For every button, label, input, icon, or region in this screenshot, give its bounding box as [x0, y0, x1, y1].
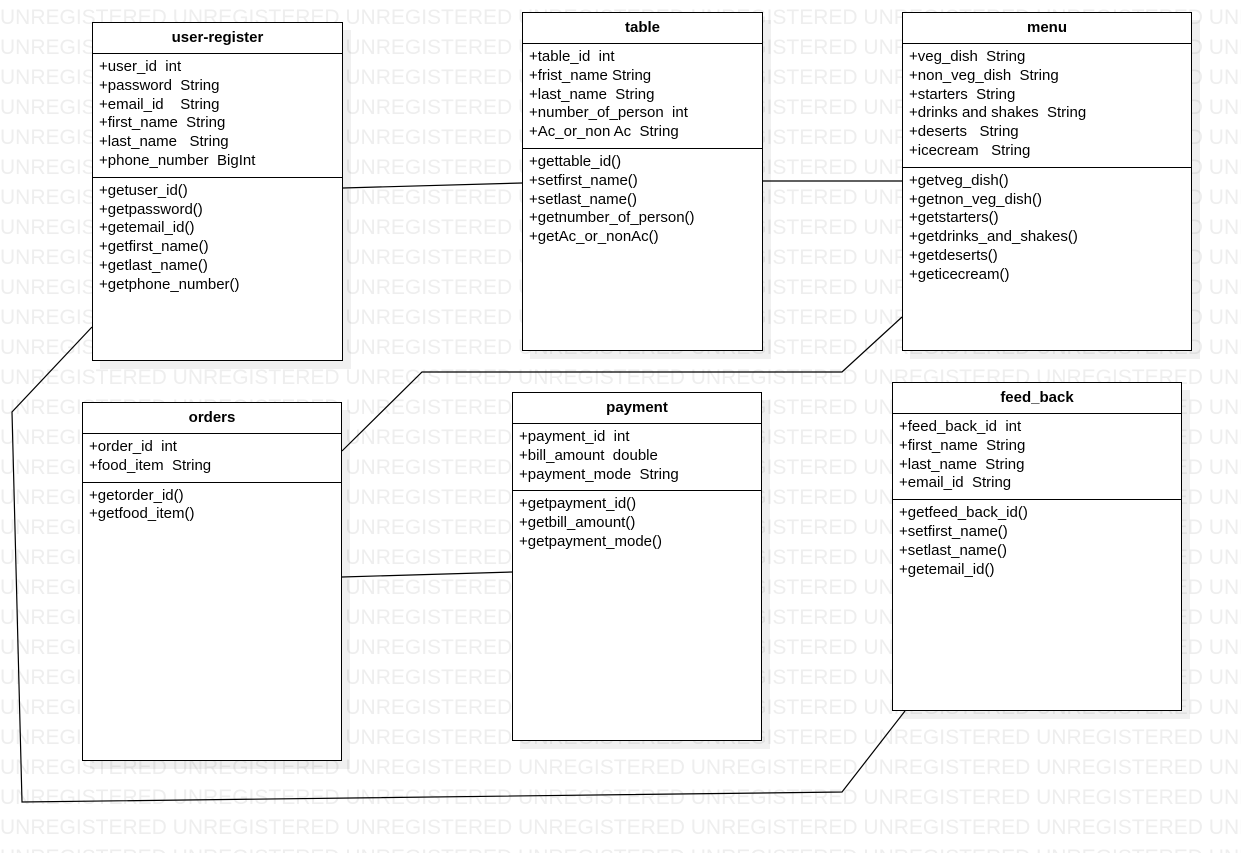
method: +setlast_name()	[899, 541, 1007, 559]
attributes-section: +veg_dish String +non_veg_dish String +s…	[903, 44, 1191, 168]
attribute: +last_name String	[99, 133, 229, 151]
class-menu[interactable]: menu +veg_dish String +non_veg_dish Stri…	[902, 12, 1192, 351]
attributes-section: +order_id int +food_item String	[83, 434, 341, 483]
class-table[interactable]: table +table_id int +frist_name String +…	[522, 12, 763, 351]
class-title: orders	[83, 403, 341, 434]
class-payment[interactable]: payment +payment_id int +bill_amount dou…	[512, 392, 762, 741]
method: +getAc_or_nonAc()	[529, 228, 659, 246]
methods-section: +getuser_id() +getpassword() +getemail_i…	[93, 178, 342, 301]
method: +getpayment_id()	[519, 495, 637, 513]
method: +getemail_id()	[899, 560, 995, 578]
assoc-user-register-table	[342, 182, 523, 189]
attributes-section: +user_id int +password String +email_id …	[93, 54, 342, 178]
assoc-orders-payment	[341, 571, 513, 578]
class-title: feed_back	[893, 383, 1181, 414]
attribute: +Ac_or_non Ac String	[529, 123, 679, 141]
methods-section: +getorder_id() +getfood_item()	[83, 483, 341, 531]
attribute: +password String	[99, 76, 220, 94]
method: +getdeserts()	[909, 246, 998, 264]
attribute: +email_id String	[899, 474, 1012, 492]
class-user-register[interactable]: user-register +user_id int +password Str…	[92, 22, 343, 361]
method: +getdrinks_and_shakes()	[909, 228, 1078, 246]
attribute: +phone_number BigInt	[99, 151, 256, 169]
method: +getfeed_back_id()	[899, 504, 1028, 522]
method: +getveg_dish()	[909, 171, 1009, 189]
attribute: +veg_dish String	[909, 48, 1026, 65]
attribute: +number_of_person int	[529, 104, 688, 122]
attribute: +order_id int	[89, 438, 177, 455]
method: +getlast_name()	[99, 256, 208, 274]
method: +getpayment_mode()	[519, 532, 662, 550]
attribute: +first_name String	[899, 436, 1026, 454]
attribute: +frist_name String	[529, 66, 652, 84]
methods-section: +getpayment_id() +getbill_amount() +getp…	[513, 491, 761, 557]
attribute: +user_id int	[99, 58, 182, 75]
method: +getfood_item()	[89, 505, 195, 523]
method: +setfirst_name()	[529, 171, 638, 189]
method: +getfirst_name()	[99, 238, 209, 256]
attribute: +non_veg_dish String	[909, 66, 1059, 84]
method: +getnumber_of_person()	[529, 209, 695, 227]
attributes-section: +payment_id int +bill_amount double +pay…	[513, 424, 761, 492]
class-orders[interactable]: orders +order_id int +food_item String +…	[82, 402, 342, 761]
class-title: table	[523, 13, 762, 44]
attribute: +starters String	[909, 85, 1016, 103]
attribute: +table_id int	[529, 48, 615, 65]
method: +getphone_number()	[99, 275, 240, 293]
attribute: +food_item String	[89, 456, 212, 474]
methods-section: +getveg_dish() +getnon_veg_dish() +getst…	[903, 168, 1191, 291]
method: +getstarters()	[909, 209, 999, 227]
attribute: +email_id String	[99, 95, 220, 113]
method: +gettable_id()	[529, 152, 622, 170]
method: +getnon_veg_dish()	[909, 190, 1043, 208]
attribute: +bill_amount double	[519, 446, 658, 464]
method: +getbill_amount()	[519, 514, 636, 532]
attributes-section: +table_id int +frist_name String +last_n…	[523, 44, 762, 149]
class-title: user-register	[93, 23, 342, 54]
method: +getorder_id()	[89, 486, 184, 504]
method: +setlast_name()	[529, 190, 637, 208]
attribute: +last_name String	[899, 455, 1025, 473]
attribute: +deserts String	[909, 123, 1019, 141]
method: +setfirst_name()	[899, 522, 1008, 540]
attribute: +payment_id int	[519, 428, 630, 445]
method: +getemail_id()	[99, 219, 195, 237]
attribute: +payment_mode String	[519, 465, 679, 483]
attribute: +icecream String	[909, 141, 1031, 159]
attributes-section: +feed_back_id int +first_name String +la…	[893, 414, 1181, 501]
methods-section: +getfeed_back_id() +setfirst_name() +set…	[893, 500, 1181, 585]
class-title: payment	[513, 393, 761, 424]
attribute: +feed_back_id int	[899, 418, 1022, 435]
method: +getuser_id()	[99, 181, 188, 199]
attribute: +last_name String	[529, 85, 655, 103]
attribute: +drinks and shakes String	[909, 104, 1087, 122]
method: +getpassword()	[99, 200, 203, 218]
attribute: +first_name String	[99, 114, 226, 132]
class-feed-back[interactable]: feed_back +feed_back_id int +first_name …	[892, 382, 1182, 711]
method: +geticecream()	[909, 265, 1010, 283]
class-title: menu	[903, 13, 1191, 44]
methods-section: +gettable_id() +setfirst_name() +setlast…	[523, 149, 762, 253]
